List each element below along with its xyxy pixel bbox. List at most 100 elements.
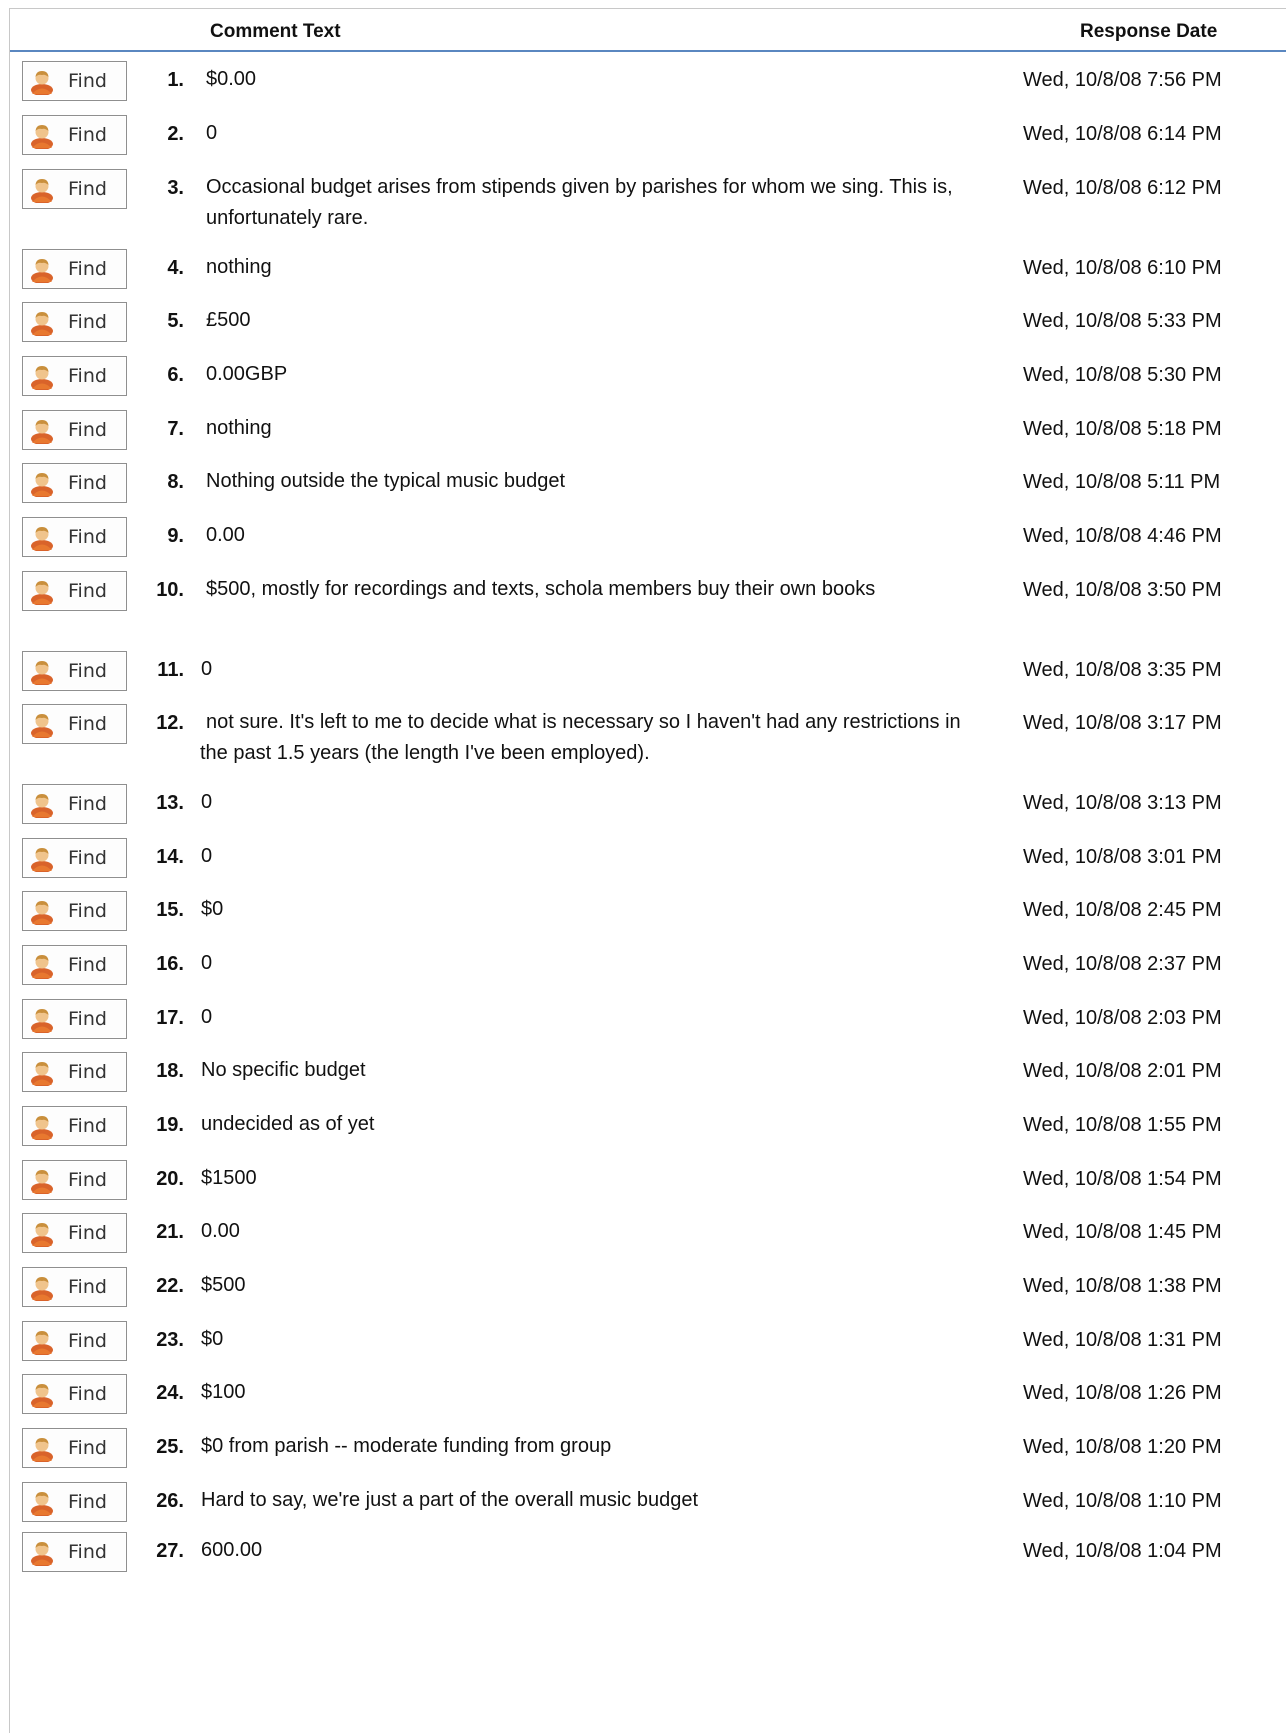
find-respondent-button[interactable]: Find [22, 1106, 127, 1146]
find-label: Find [68, 124, 107, 146]
comment-text: Hard to say, we're just a part of the ov… [201, 1489, 699, 1511]
response-date: Wed, 10/8/08 1:38 PM [1023, 1275, 1222, 1297]
response-number: 4. [167, 257, 184, 279]
comment-text: 0 [201, 658, 213, 680]
find-respondent-button[interactable]: Find [22, 249, 127, 289]
response-number: 17. [156, 1007, 184, 1029]
find-respondent-button[interactable]: Find [22, 517, 127, 557]
find-label: Find [68, 178, 107, 200]
comment-text: $100 [201, 1381, 246, 1403]
response-date: Wed, 10/8/08 1:10 PM [1023, 1490, 1222, 1512]
response-number: 16. [156, 953, 184, 975]
response-date: Wed, 10/8/08 1:54 PM [1023, 1168, 1222, 1190]
response-date: Wed, 10/8/08 2:37 PM [1023, 953, 1222, 975]
person-icon [31, 312, 53, 336]
person-icon [31, 1331, 53, 1355]
find-respondent-button[interactable]: Find [22, 571, 127, 611]
find-respondent-button[interactable]: Find [22, 704, 127, 744]
find-respondent-button[interactable]: Find [22, 1267, 127, 1307]
find-respondent-button[interactable]: Find [22, 891, 127, 931]
response-date: Wed, 10/8/08 2:03 PM [1023, 1007, 1222, 1029]
find-respondent-button[interactable]: Find [22, 61, 127, 101]
comment-text: Nothing outside the typical music budget [206, 470, 566, 492]
find-respondent-button[interactable]: Find [22, 945, 127, 985]
comment-text: 0 [206, 122, 218, 144]
find-respondent-button[interactable]: Find [22, 1213, 127, 1253]
response-number: 6. [167, 364, 184, 386]
comment-text: $500, mostly for recordings and texts, s… [206, 578, 876, 600]
find-label: Find [68, 1276, 107, 1298]
find-respondent-button[interactable]: Find [22, 1482, 127, 1522]
find-label: Find [68, 1491, 107, 1513]
person-icon [31, 125, 53, 149]
comment-text: £500 [206, 309, 251, 331]
response-date: Wed, 10/8/08 1:45 PM [1023, 1221, 1222, 1243]
find-label: Find [68, 526, 107, 548]
find-respondent-button[interactable]: Find [22, 356, 127, 396]
response-number: 22. [156, 1275, 184, 1297]
find-label: Find [68, 847, 107, 869]
comment-text: undecided as of yet [201, 1113, 375, 1135]
comment-text: nothing [206, 256, 272, 278]
comment-text: 0 [201, 1006, 213, 1028]
response-number: 12. [156, 712, 184, 734]
comment-text: No specific budget [201, 1059, 366, 1081]
find-respondent-button[interactable]: Find [22, 838, 127, 878]
find-label: Find [68, 713, 107, 735]
find-respondent-button[interactable]: Find [22, 463, 127, 503]
find-label: Find [68, 419, 107, 441]
response-date: Wed, 10/8/08 3:01 PM [1023, 846, 1222, 868]
person-icon [31, 1062, 53, 1086]
find-respondent-button[interactable]: Find [22, 1321, 127, 1361]
find-label: Find [68, 258, 107, 280]
response-date: Wed, 10/8/08 1:20 PM [1023, 1436, 1222, 1458]
response-date: Wed, 10/8/08 3:35 PM [1023, 659, 1222, 681]
response-number: 3. [167, 177, 184, 199]
response-date: Wed, 10/8/08 3:13 PM [1023, 792, 1222, 814]
response-number: 2. [167, 123, 184, 145]
person-icon [31, 955, 53, 979]
comment-text: nothing [206, 417, 272, 439]
find-respondent-button[interactable]: Find [22, 1160, 127, 1200]
find-respondent-button[interactable]: Find [22, 1052, 127, 1092]
find-respondent-button[interactable]: Find [22, 1428, 127, 1468]
response-date: Wed, 10/8/08 2:45 PM [1023, 899, 1222, 921]
find-respondent-button[interactable]: Find [22, 1532, 127, 1572]
response-date: Wed, 10/8/08 5:30 PM [1023, 364, 1222, 386]
response-number: 25. [156, 1436, 184, 1458]
response-number: 21. [156, 1221, 184, 1243]
response-number: 24. [156, 1382, 184, 1404]
find-respondent-button[interactable]: Find [22, 1374, 127, 1414]
response-number: 10. [156, 579, 184, 601]
person-icon [31, 71, 53, 95]
find-label: Find [68, 954, 107, 976]
response-date-header: Response Date [1080, 21, 1218, 42]
find-label: Find [68, 70, 107, 92]
find-respondent-button[interactable]: Find [22, 784, 127, 824]
comment-text: $500 [201, 1274, 246, 1296]
person-icon [31, 1170, 53, 1194]
find-label: Find [68, 900, 107, 922]
response-date: Wed, 10/8/08 4:46 PM [1023, 525, 1222, 547]
find-respondent-button[interactable]: Find [22, 410, 127, 450]
person-icon [31, 527, 53, 551]
find-respondent-button[interactable]: Find [22, 999, 127, 1039]
person-icon [31, 901, 53, 925]
comment-text: Occasional budget arises from stipends g… [206, 176, 953, 229]
person-icon [31, 1009, 53, 1033]
person-icon [31, 1542, 53, 1566]
find-label: Find [68, 793, 107, 815]
person-icon [31, 581, 53, 605]
comment-text: $0 from parish -- moderate funding from … [201, 1435, 612, 1457]
person-icon [31, 259, 53, 283]
person-icon [31, 1384, 53, 1408]
response-number: 9. [167, 525, 184, 547]
find-respondent-button[interactable]: Find [22, 115, 127, 155]
response-number: 26. [156, 1490, 184, 1512]
find-respondent-button[interactable]: Find [22, 169, 127, 209]
response-number: 18. [156, 1060, 184, 1082]
response-date: Wed, 10/8/08 1:31 PM [1023, 1329, 1222, 1351]
person-icon [31, 1438, 53, 1462]
find-respondent-button[interactable]: Find [22, 302, 127, 342]
find-respondent-button[interactable]: Find [22, 651, 127, 691]
